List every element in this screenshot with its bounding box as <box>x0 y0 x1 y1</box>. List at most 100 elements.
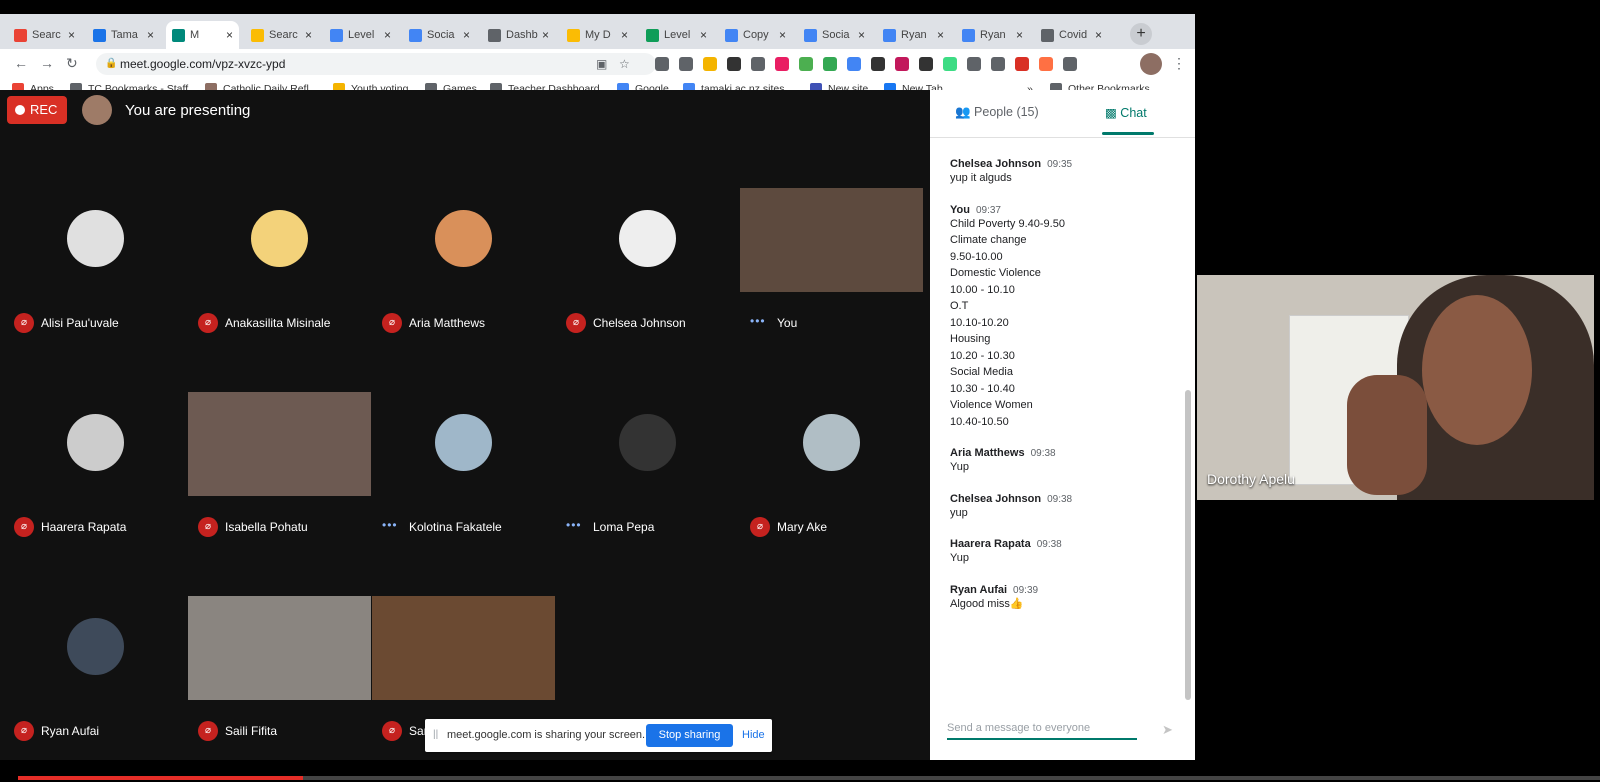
extension-icon[interactable] <box>655 57 669 71</box>
browser-tab[interactable]: Level × <box>324 21 397 49</box>
message-sender: Ryan Aufai <box>950 583 1008 596</box>
extension-icon[interactable] <box>1063 57 1077 71</box>
stop-sharing-button[interactable]: Stop sharing <box>646 724 733 747</box>
close-tab-icon[interactable]: × <box>226 28 233 42</box>
participant-tile[interactable]: ••• Kolotina Fakatele <box>372 392 555 569</box>
extension-icon[interactable] <box>679 57 693 71</box>
drag-handle-icon[interactable]: || <box>433 729 438 740</box>
camera-icon[interactable]: ▣ <box>596 53 607 75</box>
presenting-status: You are presenting <box>125 102 251 119</box>
participant-tile[interactable]: ••• You <box>740 188 923 365</box>
chat-message: You 09:37 Child Poverty 9.40-9.50 Climate c… <box>950 204 1180 431</box>
extension-icon[interactable] <box>967 57 981 71</box>
message-text: 9.50-10.00 <box>950 250 1003 263</box>
participant-name: Chelsea Johnson <box>593 316 686 330</box>
browser-tab[interactable]: Ryan × <box>877 21 950 49</box>
close-tab-icon[interactable]: × <box>542 28 549 42</box>
address-bar[interactable]: 🔒 meet.google.com/vpz-xvzc-ypd ▣ ☆ <box>96 53 656 75</box>
extension-icon[interactable] <box>775 57 789 71</box>
participant-tile[interactable]: ⌀ Isabella Pohatu <box>188 392 371 569</box>
participant-name: Loma Pepa <box>593 520 655 534</box>
extension-icon[interactable] <box>703 57 717 71</box>
close-tab-icon[interactable]: × <box>384 28 391 42</box>
extension-icon[interactable] <box>823 57 837 71</box>
participant-tile[interactable]: ⌀ Haarera Rapata <box>4 392 187 569</box>
new-tab-button[interactable]: + <box>1130 23 1152 45</box>
message-time: 09:38 <box>1030 448 1056 459</box>
browser-tab[interactable]: My D × <box>561 21 634 49</box>
extension-icon[interactable] <box>943 57 957 71</box>
participant-tile[interactable]: ⌀ Alisi Pau'uvale <box>4 188 187 365</box>
back-icon[interactable]: ← <box>14 55 28 71</box>
docs-icon <box>804 28 817 42</box>
chat-message: Chelsea Johnson 09:35 yup it alguds <box>950 158 1180 187</box>
extension-icon[interactable] <box>895 57 909 71</box>
extension-icon[interactable] <box>1039 57 1053 71</box>
panel-tabs: 👥 People (15) ▩ Chat <box>930 90 1195 138</box>
message-header: Chelsea Johnson 09:38 <box>950 493 1180 505</box>
browser-tab[interactable]: Tama × <box>87 21 160 49</box>
close-tab-icon[interactable]: × <box>779 28 786 42</box>
extension-icon[interactable] <box>871 57 885 71</box>
send-icon[interactable]: ➤ <box>1162 722 1173 738</box>
participant-avatar <box>67 414 124 471</box>
extension-icon[interactable] <box>1015 57 1029 71</box>
close-tab-icon[interactable]: × <box>305 28 312 42</box>
star-icon[interactable]: ☆ <box>619 53 630 75</box>
hide-button[interactable]: Hide <box>742 729 765 741</box>
menu-icon[interactable]: ⋮ <box>1172 55 1186 72</box>
close-tab-icon[interactable]: × <box>700 28 707 42</box>
browser-tab[interactable]: Socia × <box>798 21 871 49</box>
close-tab-icon[interactable]: × <box>621 28 628 42</box>
browser-tab[interactable]: Socia × <box>403 21 476 49</box>
extension-icon[interactable] <box>751 57 765 71</box>
sheets-icon <box>646 28 659 42</box>
extension-icon[interactable] <box>991 57 1005 71</box>
docs-icon <box>883 28 896 42</box>
browser-tab[interactable]: Covid × <box>1035 21 1108 49</box>
chat-message: Chelsea Johnson 09:38 yup <box>950 493 1180 522</box>
extension-icon[interactable] <box>847 57 861 71</box>
chat-scrollbar[interactable] <box>1185 390 1191 700</box>
rec-label: REC <box>30 102 58 117</box>
participant-tile[interactable]: ⌀ Saili Fifita <box>188 596 371 773</box>
profile-avatar[interactable] <box>1140 53 1162 75</box>
browser-tab[interactable]: M × <box>166 21 240 49</box>
message-text: O.T <box>950 300 969 312</box>
browser-tab[interactable]: Copy × <box>719 21 792 49</box>
message-input[interactable]: Send a message to everyone <box>947 722 1137 740</box>
participant-name: Saili Fifita <box>225 724 278 738</box>
browser-tab[interactable]: Searc × <box>8 21 81 49</box>
extension-icon[interactable] <box>919 57 933 71</box>
participant-tile[interactable]: ⌀ Ryan Aufai <box>4 596 187 773</box>
mic-off-icon: ⌀ <box>14 721 34 741</box>
browser-tab[interactable]: Level × <box>640 21 713 49</box>
message-header: Ryan Aufai 09:39 <box>950 584 1180 596</box>
extension-icon[interactable] <box>799 57 813 71</box>
tab-chat[interactable]: ▩ Chat <box>1105 105 1147 120</box>
close-tab-icon[interactable]: × <box>937 28 944 42</box>
rec-badge: REC <box>7 96 67 124</box>
message-time: 09:39 <box>1013 584 1039 596</box>
close-tab-icon[interactable]: × <box>1016 28 1023 42</box>
close-tab-icon[interactable]: × <box>68 28 75 42</box>
reload-icon[interactable]: ↻ <box>66 55 78 72</box>
participant-tile[interactable]: ••• Loma Pepa <box>556 392 739 569</box>
forward-icon[interactable]: → <box>40 55 54 71</box>
browser-tab[interactable]: Dashb × <box>482 21 555 49</box>
browser-tab[interactable]: Ryan × <box>956 21 1029 49</box>
extension-icon[interactable] <box>727 57 741 71</box>
close-tab-icon[interactable]: × <box>463 28 470 42</box>
close-tab-icon[interactable]: × <box>1095 28 1102 42</box>
close-tab-icon[interactable]: × <box>147 28 154 42</box>
docs-icon <box>725 28 738 42</box>
participant-tile[interactable]: ⌀ Chelsea Johnson <box>556 188 739 365</box>
video-progress-bar[interactable] <box>18 776 1600 780</box>
participant-tile[interactable]: ⌀ Anakasilita Misinale <box>188 188 371 365</box>
self-view-name: Dorothy Apelu <box>1207 471 1295 487</box>
browser-tab[interactable]: Searc × <box>245 21 318 49</box>
participant-tile[interactable]: ⌀ Mary Ake <box>740 392 923 569</box>
tab-people[interactable]: 👥 People (15) <box>955 105 1039 120</box>
close-tab-icon[interactable]: × <box>858 28 865 42</box>
participant-tile[interactable]: ⌀ Aria Matthews <box>372 188 555 365</box>
